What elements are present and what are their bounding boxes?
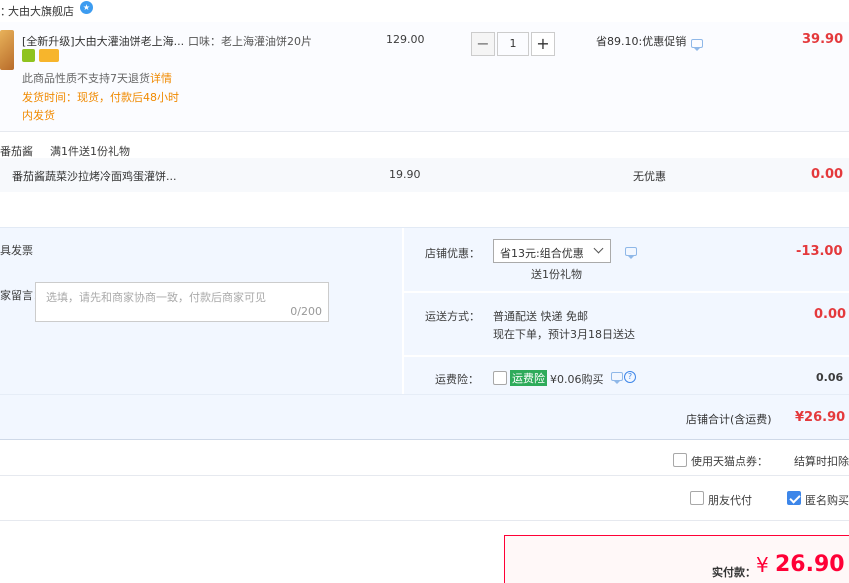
item-subtotal: 39.90 (802, 32, 844, 47)
friend-pay-label: 朋友代付 (708, 494, 752, 507)
insurance-checkbox[interactable] (493, 371, 507, 385)
shipping-label: 运送方式： (425, 310, 480, 323)
payment-currency: ¥ (756, 553, 769, 577)
store-total-label: 店铺合计(含运费) (686, 413, 772, 426)
anonymous-checkbox[interactable] (787, 491, 801, 505)
increase-qty-button[interactable]: + (531, 32, 555, 56)
item-promo[interactable]: 省89.10:优惠促销 (596, 33, 686, 49)
chevron-down-icon (593, 243, 604, 254)
store-total-row: 店铺合计(含运费) ¥26.90 (0, 394, 849, 440)
anonymous-label: 匿名购买 (805, 494, 849, 507)
shipping-amount: 0.00 (814, 307, 847, 322)
friend-pay-checkbox[interactable] (690, 491, 704, 505)
gift-header-name: 番茄酱 (0, 145, 33, 158)
detail-link[interactable]: 详情 (150, 70, 172, 86)
gift-item-row: 番茄酱蔬菜沙拉烤冷面鸡蛋灌饼... 19.90 无优惠 0.00 (0, 158, 849, 192)
order-item-row: [全新升级]大由大灌油饼老上海... 口味：老上海灌油饼20片 此商品性质不支持… (0, 22, 849, 132)
store-discount-gift: 送1份礼物 (531, 268, 582, 281)
order-options-panel: 具发票 家留言： 选填，请先和商家协商一致，付款后商家可见 0/200 店铺优惠… (0, 227, 849, 395)
gift-item-price: 19.90 (389, 168, 421, 181)
gift-header-rule: 满1件送1份礼物 (50, 145, 130, 158)
shop-name[interactable]: 大由大旗舰店 (8, 3, 74, 19)
store-discount-amount: -13.00 (796, 244, 843, 259)
store-discount-label: 店铺优惠： (425, 247, 480, 260)
invoice-label: 具发票 (0, 244, 33, 257)
gift-item-promo: 无优惠 (633, 170, 666, 183)
decrease-qty-button[interactable]: − (471, 32, 495, 56)
store-discount-value: 省13元:组合优惠 (500, 247, 584, 260)
item-spec: 口味：老上海灌油饼20片 (188, 35, 312, 48)
card-pay-icon (39, 49, 59, 62)
payment-amount: 26.90 (775, 552, 845, 577)
ship-time-line2: 内发货 (22, 109, 55, 122)
item-price: 129.00 (386, 33, 425, 46)
promo-info-icon[interactable] (691, 39, 703, 51)
product-thumbnail[interactable] (0, 30, 14, 70)
insurance-price: ¥0.06购买 (550, 373, 604, 386)
wangwang-icon[interactable]: ★ (80, 1, 93, 14)
coupon-label: 使用天猫点券： (691, 455, 768, 468)
store-total-amount: ¥26.90 (795, 410, 846, 425)
message-count: 0/200 (290, 305, 322, 318)
insurance-badge: 运费险 (510, 370, 547, 386)
coupon-value: 结算时扣除 (794, 455, 849, 468)
payment-label: 实付款： (712, 566, 756, 579)
shipping-eta: 现在下单，预计3月18日送达 (493, 328, 635, 341)
quantity-input[interactable]: 1 (497, 32, 529, 56)
ship-time-line1: 发货时间：现货，付款后48小时 (22, 91, 179, 104)
discount-info-icon[interactable] (625, 247, 637, 259)
shop-header: ： 大由大旗舰店 ★ (0, 0, 849, 20)
message-input[interactable]: 选填，请先和商家协商一致，付款后商家可见 0/200 (35, 282, 329, 322)
store-discount-select[interactable]: 省13元:组合优惠 (493, 239, 611, 263)
gift-item-title[interactable]: 番茄酱蔬菜沙拉烤冷面鸡蛋灌饼... (12, 168, 177, 184)
item-title[interactable]: [全新升级]大由大灌油饼老上海... (22, 33, 184, 49)
help-icon[interactable]: ? (624, 371, 636, 383)
no-return-notice: 此商品性质不支持7天退货 (22, 72, 150, 85)
tmall-guarantee-icon (22, 49, 35, 62)
gift-item-subtotal: 0.00 (811, 167, 844, 182)
payment-summary-box: 实付款： ¥ 26.90 (504, 535, 849, 583)
message-placeholder: 选填，请先和商家协商一致，付款后商家可见 (46, 291, 266, 304)
insurance-amount: 0.06 (816, 371, 844, 384)
insurance-chat-icon[interactable] (611, 372, 623, 384)
shipping-value: 普通配送 快递 免邮 (493, 310, 588, 323)
insurance-label: 运费险： (435, 373, 479, 386)
coupon-checkbox[interactable] (673, 453, 687, 467)
